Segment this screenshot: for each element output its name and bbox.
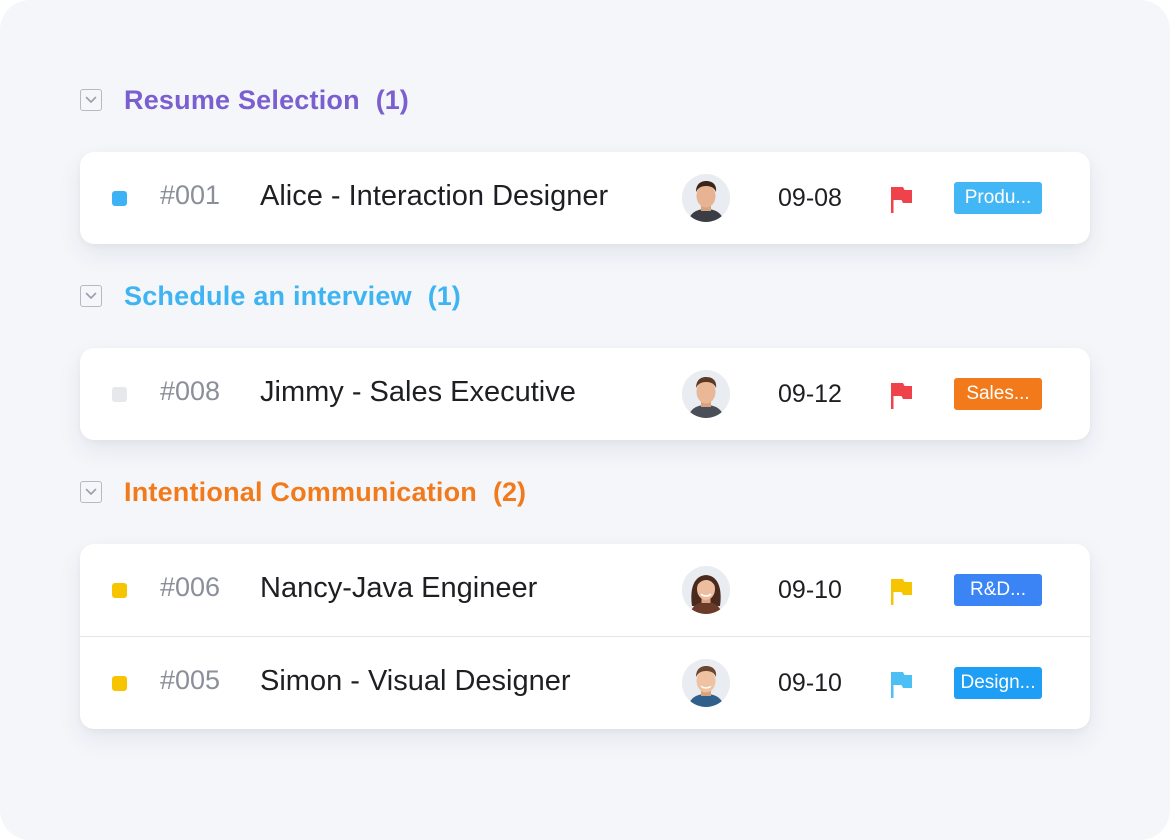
status-dot [112, 191, 127, 206]
tag-badge[interactable]: Design... [954, 667, 1042, 699]
item-id: #006 [160, 572, 221, 602]
tag-badge[interactable]: Produ... [954, 182, 1042, 214]
group-count: (1) [427, 280, 461, 311]
male-avatar[interactable] [682, 659, 730, 707]
flag-icon[interactable] [888, 669, 914, 699]
flag-icon[interactable] [888, 380, 914, 410]
female-avatar[interactable] [682, 566, 730, 614]
status-dot [112, 387, 127, 402]
flag-icon[interactable] [888, 184, 914, 214]
collapse-toggle[interactable] [80, 89, 102, 111]
male-avatar[interactable] [682, 370, 730, 418]
group-card: #008 Jimmy - Sales Executive 09-12 Sales… [80, 348, 1090, 440]
tag-badge[interactable]: R&D... [954, 574, 1042, 606]
group-title: Resume Selection [124, 84, 360, 115]
item-id: #001 [160, 180, 221, 210]
task-board-panel: Resume Selection (1) #001 Alice - Intera… [0, 0, 1170, 840]
item-id: #005 [160, 665, 221, 695]
group-header-intentional-communication: Intentional Communication (2) [80, 472, 526, 512]
item-id: #008 [160, 376, 221, 406]
due-date: 09-08 [778, 184, 842, 212]
chevron-down-icon [85, 96, 97, 103]
group-header-schedule-interview: Schedule an interview (1) [80, 276, 461, 316]
group-card: #006 Nancy-Java Engineer 09-10 R&D... #0… [80, 544, 1090, 729]
group-count: (1) [375, 84, 409, 115]
list-item[interactable]: #006 Nancy-Java Engineer 09-10 R&D... [80, 544, 1090, 636]
chevron-down-icon [85, 488, 97, 495]
due-date: 09-10 [778, 669, 842, 697]
group-title: Intentional Communication [124, 476, 477, 507]
item-title[interactable]: Alice - Interaction Designer [260, 180, 608, 213]
collapse-toggle[interactable] [80, 285, 102, 307]
list-item[interactable]: #008 Jimmy - Sales Executive 09-12 Sales… [80, 348, 1090, 440]
due-date: 09-12 [778, 380, 842, 408]
item-title[interactable]: Nancy-Java Engineer [260, 572, 537, 605]
status-dot [112, 676, 127, 691]
list-item[interactable]: #005 Simon - Visual Designer 09-10 Desig… [80, 636, 1090, 729]
flag-icon[interactable] [888, 576, 914, 606]
collapse-toggle[interactable] [80, 481, 102, 503]
due-date: 09-10 [778, 576, 842, 604]
status-dot [112, 583, 127, 598]
item-title[interactable]: Jimmy - Sales Executive [260, 376, 576, 409]
item-title[interactable]: Simon - Visual Designer [260, 665, 571, 698]
group-title: Schedule an interview [124, 280, 412, 311]
group-count: (2) [493, 476, 526, 507]
tag-badge[interactable]: Sales... [954, 378, 1042, 410]
male-avatar[interactable] [682, 174, 730, 222]
chevron-down-icon [85, 292, 97, 299]
list-item[interactable]: #001 Alice - Interaction Designer 09-08 … [80, 152, 1090, 244]
group-card: #001 Alice - Interaction Designer 09-08 … [80, 152, 1090, 244]
group-header-resume-selection: Resume Selection (1) [80, 80, 409, 120]
